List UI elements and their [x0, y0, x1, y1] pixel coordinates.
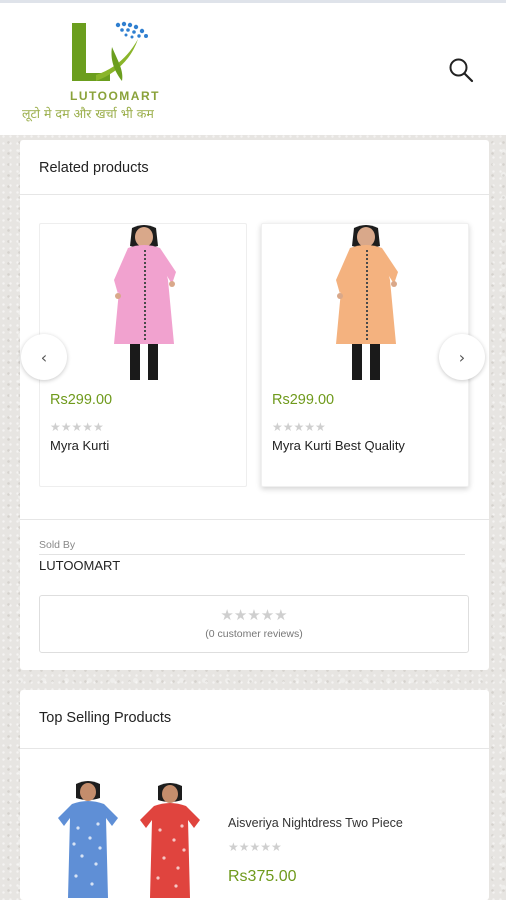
related-products-title: Related products	[39, 160, 149, 176]
product-price: Rs299.00	[272, 392, 335, 408]
search-icon[interactable]	[446, 55, 476, 85]
product-image[interactable]	[306, 224, 426, 384]
product-rating-stars: ★★★★★	[50, 420, 104, 434]
top-selling-product-image[interactable]	[48, 778, 218, 898]
carousel-prev-button[interactable]: ‹	[21, 334, 67, 380]
product-image[interactable]	[84, 224, 204, 384]
review-rating-stars: ★★★★★	[220, 606, 288, 624]
product-rating-stars: ★★★★★	[272, 420, 326, 434]
app-header: LUTOOMART लूटो मे दम और खर्चा भी कम	[0, 3, 506, 135]
seller-name[interactable]: LUTOOMART	[39, 558, 120, 573]
top-selling-card: Top Selling Products Aisveriya Nightdres…	[20, 690, 489, 900]
divider	[20, 748, 489, 749]
product-card[interactable]: Rs299.00 ★★★★★ Myra Kurti	[39, 223, 247, 487]
logo-tagline: लूटो मे दम और खर्चा भी कम	[22, 106, 154, 121]
product-price: Rs299.00	[50, 392, 113, 408]
logo[interactable]: LUTOOMART लूटो मे दम और खर्चा भी कम	[22, 15, 212, 125]
product-name[interactable]: Myra Kurti Best Quality	[272, 438, 405, 453]
sold-by-label: Sold By	[39, 539, 76, 551]
top-selling-product-price: Rs375.00	[228, 868, 297, 885]
logo-mark-icon	[72, 21, 148, 81]
top-selling-title: Top Selling Products	[39, 710, 172, 726]
reviews-summary[interactable]: ★★★★★ (0 customer reviews)	[39, 595, 469, 653]
related-products-card: Related products Rs299.00 ★★★★★ Myra Kur…	[20, 140, 489, 670]
divider	[20, 194, 489, 195]
divider	[20, 519, 489, 520]
top-selling-product-name[interactable]: Aisveriya Nightdress Two Piece	[228, 816, 403, 830]
logo-name: LUTOOMART	[70, 89, 160, 103]
chevron-left-icon: ‹	[40, 347, 48, 367]
carousel-next-button[interactable]: ›	[439, 334, 485, 380]
top-selling-rating-stars: ★★★★★	[228, 840, 282, 854]
product-name[interactable]: Myra Kurti	[50, 438, 109, 453]
divider	[39, 554, 465, 555]
chevron-right-icon: ›	[458, 347, 466, 367]
review-count[interactable]: (0 customer reviews)	[40, 628, 468, 640]
product-card[interactable]: Rs299.00 ★★★★★ Myra Kurti Best Quality	[261, 223, 469, 487]
